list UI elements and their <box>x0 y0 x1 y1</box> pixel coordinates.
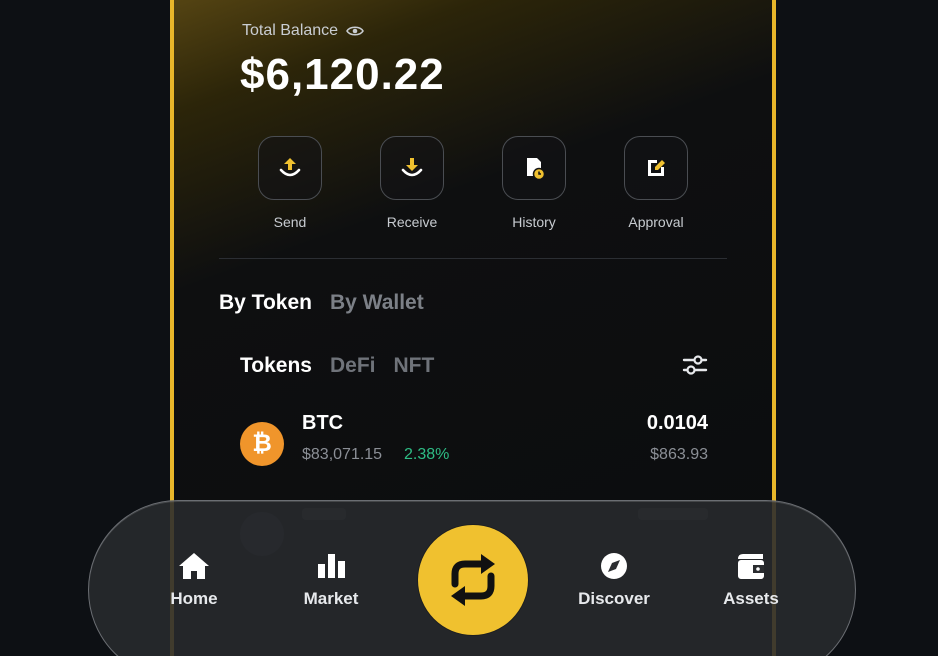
tab-tokens[interactable]: Tokens <box>240 354 312 378</box>
discover-icon <box>601 553 627 579</box>
approval-icon <box>648 160 665 176</box>
send-action[interactable]: Send <box>235 136 345 230</box>
nav-discover[interactable]: Discover <box>554 551 674 609</box>
nav-market-label: Market <box>303 589 359 608</box>
nav-discover-label: Discover <box>578 589 650 608</box>
send-label: Send <box>273 214 307 230</box>
asset-tabs: Tokens DeFi NFT <box>240 354 434 378</box>
nav-home-label: Home <box>170 589 218 608</box>
receive-label: Receive <box>386 214 438 230</box>
tab-nft[interactable]: NFT <box>393 354 434 378</box>
eye-icon[interactable] <box>346 25 364 37</box>
token-price: $83,071.15 <box>302 446 383 463</box>
receive-action[interactable]: Receive <box>357 136 467 230</box>
nav-assets-label: Assets <box>723 589 779 608</box>
tab-by-wallet[interactable]: By Wallet <box>330 291 424 315</box>
swap-button[interactable] <box>418 525 528 635</box>
swap-icon <box>451 554 495 606</box>
send-button[interactable] <box>258 136 322 200</box>
assets-icon <box>738 554 764 579</box>
token-amount: 0.0104 <box>646 412 708 434</box>
nav-market[interactable]: Market <box>271 551 391 609</box>
history-label: History <box>512 214 556 230</box>
receive-icon <box>401 158 423 177</box>
btc-icon: ₿ <box>240 422 284 466</box>
token-change: 2.38% <box>404 446 450 463</box>
receive-button[interactable] <box>380 136 444 200</box>
token-symbol: BTC <box>302 412 344 434</box>
tab-defi[interactable]: DeFi <box>330 354 376 378</box>
history-icon <box>527 158 546 181</box>
tab-by-token[interactable]: By Token <box>219 291 312 315</box>
view-tabs: By Token By Wallet <box>219 291 424 315</box>
nav-assets[interactable]: Assets <box>691 551 811 609</box>
market-icon <box>318 554 345 578</box>
history-button[interactable] <box>502 136 566 200</box>
token-row-btc[interactable]: ₿ BTC $83,071.15 2.38% 0.0104 $863.93 <box>236 412 708 472</box>
token-value: $863.93 <box>650 446 708 463</box>
approval-button[interactable] <box>624 136 688 200</box>
total-balance-value: $6,120.22 <box>240 50 445 99</box>
filter-icon[interactable] <box>682 354 708 376</box>
total-balance-label-text: Total Balance <box>242 22 339 39</box>
total-balance-label: Total Balance <box>242 22 364 40</box>
divider <box>219 258 727 259</box>
approval-label: Approval <box>628 214 684 230</box>
home-icon <box>179 553 209 579</box>
nav-home[interactable]: Home <box>134 551 254 609</box>
send-icon <box>279 158 301 177</box>
approval-action[interactable]: Approval <box>601 136 711 230</box>
bottom-nav: Home Market Discover Assets <box>88 500 856 656</box>
history-action[interactable]: History <box>479 136 589 230</box>
